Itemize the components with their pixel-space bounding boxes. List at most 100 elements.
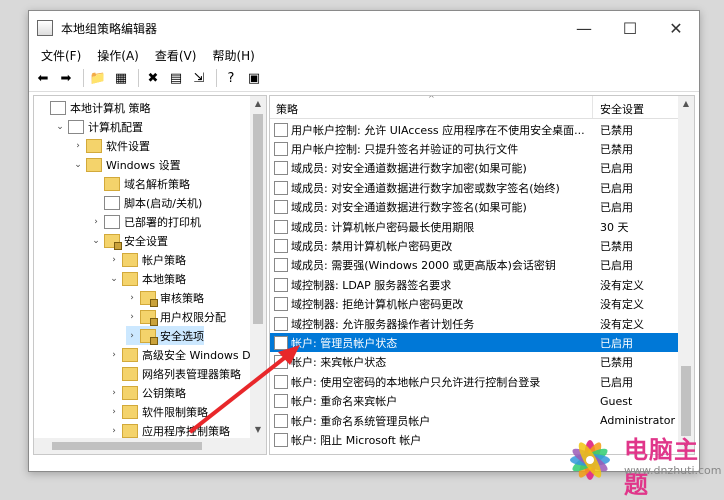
tree-item[interactable]: ⌄ Windows 设置 xyxy=(72,155,181,174)
policy-icon xyxy=(274,335,288,350)
tree-item[interactable]: › 软件限制策略 xyxy=(108,402,208,421)
column-setting[interactable]: 安全设置 xyxy=(600,101,644,117)
up-folder-icon[interactable]: 📁 xyxy=(88,68,108,88)
policy-name: 帐户: 管理员帐户状态 xyxy=(291,336,398,350)
tree-pane: 本地计算机 策略 ⌄ 计算机配置 › 软件设置 ⌄ Windows 设置 域名解析策略 脚本(启… xyxy=(33,95,267,455)
policy-row[interactable]: 用户帐户控制: 允许 UIAccess 应用程序在不使用安全桌面... 已禁用 xyxy=(270,120,678,139)
folder-icon xyxy=(140,290,158,307)
title-bar: 本地组策略编辑器 — ☐ ✕ xyxy=(29,11,699,45)
maximize-button[interactable]: ☐ xyxy=(607,11,653,45)
delete-icon[interactable]: ✖ xyxy=(143,68,163,88)
tree-item[interactable]: › 用户权限分配 xyxy=(126,307,226,326)
tree-item[interactable]: › 软件设置 xyxy=(72,136,150,155)
policy-name: 帐户: 使用空密码的本地帐户只允许进行控制台登录 xyxy=(291,375,541,389)
policy-node-icon xyxy=(68,119,84,134)
folder-icon xyxy=(86,157,102,172)
scroll-up-icon[interactable]: ▲ xyxy=(250,96,266,112)
policy-row[interactable]: 帐户: 管理员帐户状态 已启用 xyxy=(270,333,678,353)
toolbar-separator xyxy=(138,69,139,87)
scroll-thumb[interactable] xyxy=(253,114,263,324)
close-button[interactable]: ✕ xyxy=(653,11,699,45)
expand-chevron-icon[interactable]: › xyxy=(90,217,102,227)
scroll-down-icon[interactable]: ▼ xyxy=(250,422,266,438)
policy-row[interactable]: 帐户: 来宾帐户状态 已禁用 xyxy=(270,353,678,372)
policy-row[interactable]: 域成员: 对安全通道数据进行数字加密或数字签名(始终) 已启用 xyxy=(270,178,678,197)
tree-item[interactable]: › 安全选项 xyxy=(126,326,204,345)
policy-setting: 30 天 xyxy=(600,220,629,234)
back-icon[interactable]: ⬅ xyxy=(33,68,53,88)
tree-item[interactable]: › 公钥策略 xyxy=(108,383,186,402)
menu-action[interactable]: 操作(A) xyxy=(89,47,147,64)
tree-horizontal-scrollbar[interactable] xyxy=(34,438,250,454)
properties-icon[interactable]: ▤ xyxy=(166,68,186,88)
policy-name: 用户帐户控制: 只提升签名并验证的可执行文件 xyxy=(291,142,519,156)
menu-help[interactable]: 帮助(H) xyxy=(204,47,262,64)
folder-icon xyxy=(104,176,120,191)
policy-icon xyxy=(274,277,288,292)
policy-row[interactable]: 帐户: 使用空密码的本地帐户只允许进行控制台登录 已启用 xyxy=(270,372,678,391)
tree-item-label: 网络列表管理器策略 xyxy=(142,367,241,381)
tree-item[interactable]: 网络列表管理器策略 xyxy=(108,364,241,383)
tree-item[interactable]: ⌄ 计算机配置 xyxy=(54,117,143,136)
tree-item[interactable]: › 审核策略 xyxy=(126,288,204,307)
expand-chevron-icon[interactable]: › xyxy=(108,350,120,360)
list-header: ^ 策略 安全设置 xyxy=(270,96,678,119)
forward-icon[interactable]: ➡ xyxy=(56,68,76,88)
tree-item[interactable]: › 高级安全 Windows Defe xyxy=(108,345,266,364)
folder-icon xyxy=(86,138,102,153)
tree-item[interactable]: 本地计算机 策略 xyxy=(36,98,151,117)
scroll-up-icon[interactable]: ▲ xyxy=(678,96,694,112)
policy-row[interactable]: 帐户: 重命名来宾帐户 Guest xyxy=(270,392,678,411)
tree-item[interactable]: › 已部署的打印机 xyxy=(90,212,201,231)
policy-row[interactable]: 域成员: 计算机帐户密码最长使用期限 30 天 xyxy=(270,217,678,236)
expand-chevron-icon[interactable]: › xyxy=(72,141,84,151)
policy-name: 域成员: 计算机帐户密码最长使用期限 xyxy=(291,220,475,234)
expand-chevron-icon[interactable]: ⌄ xyxy=(108,274,120,284)
tree-item[interactable]: ⌄ 安全设置 xyxy=(90,231,168,250)
policy-setting: 已禁用 xyxy=(600,239,633,253)
expand-chevron-icon[interactable]: ⌄ xyxy=(54,122,66,132)
minimize-button[interactable]: — xyxy=(561,11,607,45)
tree-vertical-scrollbar[interactable]: ▲ ▼ xyxy=(250,96,266,454)
menu-file[interactable]: 文件(F) xyxy=(33,47,89,64)
expand-chevron-icon[interactable]: › xyxy=(126,312,138,322)
show-hide-tree-icon[interactable]: ▦ xyxy=(111,68,131,88)
policy-name: 帐户: 来宾帐户状态 xyxy=(291,356,387,370)
tree-item[interactable]: › 帐户策略 xyxy=(108,250,186,269)
expand-chevron-icon[interactable]: › xyxy=(108,426,120,436)
expand-chevron-icon[interactable]: › xyxy=(108,407,120,417)
policy-row[interactable]: 域控制器: 拒绝计算机帐户密码更改 没有定义 xyxy=(270,295,678,314)
expand-chevron-icon[interactable]: ⌄ xyxy=(90,236,102,246)
tree-item[interactable]: 脚本(启动/关机) xyxy=(90,193,202,212)
policy-row[interactable]: 用户帐户控制: 只提升签名并验证的可执行文件 已禁用 xyxy=(270,139,678,158)
policy-row[interactable]: 域成员: 禁用计算机帐户密码更改 已禁用 xyxy=(270,236,678,255)
column-policy[interactable]: 策略 xyxy=(276,101,298,117)
policy-row[interactable]: 域成员: 对安全通道数据进行数字加密(如果可能) 已启用 xyxy=(270,159,678,178)
menu-view[interactable]: 查看(V) xyxy=(147,47,205,64)
policy-row[interactable]: 域控制器: 允许服务器操作者计划任务 没有定义 xyxy=(270,314,678,333)
expand-chevron-icon[interactable]: ⌄ xyxy=(72,160,84,170)
list-vertical-scrollbar[interactable]: ▲ ▼ xyxy=(678,96,694,454)
policy-setting: 已启用 xyxy=(600,201,633,215)
export-icon[interactable]: ⇲ xyxy=(189,68,209,88)
policy-name: 域成员: 禁用计算机帐户密码更改 xyxy=(291,239,453,253)
folder-icon xyxy=(122,252,138,267)
expand-chevron-icon[interactable]: › xyxy=(108,255,120,265)
policy-row[interactable]: 域控制器: LDAP 服务器签名要求 没有定义 xyxy=(270,275,678,294)
h-scroll-thumb[interactable] xyxy=(52,442,202,450)
expand-chevron-icon[interactable]: › xyxy=(108,388,120,398)
policy-name: 域成员: 对安全通道数据进行数字加密(如果可能) xyxy=(291,162,527,176)
tree-item[interactable]: 域名解析策略 xyxy=(90,174,190,193)
expand-chevron-icon[interactable]: › xyxy=(126,293,138,303)
extended-view-icon[interactable]: ▣ xyxy=(244,68,264,88)
help-icon[interactable]: ? xyxy=(221,68,241,88)
policy-row[interactable]: 域成员: 需要强(Windows 2000 或更高版本)会话密钥 已启用 xyxy=(270,256,678,275)
policy-setting: 已启用 xyxy=(600,259,633,273)
scroll-thumb[interactable] xyxy=(681,366,691,436)
policy-icon xyxy=(274,180,288,195)
policy-row[interactable]: 域成员: 对安全通道数据进行数字签名(如果可能) 已启用 xyxy=(270,198,678,217)
tree-item-label: 安全设置 xyxy=(124,234,168,248)
tree-item[interactable]: ⌄ 本地策略 xyxy=(108,269,186,288)
expand-chevron-icon[interactable]: › xyxy=(126,331,138,341)
policy-icon xyxy=(274,374,288,389)
